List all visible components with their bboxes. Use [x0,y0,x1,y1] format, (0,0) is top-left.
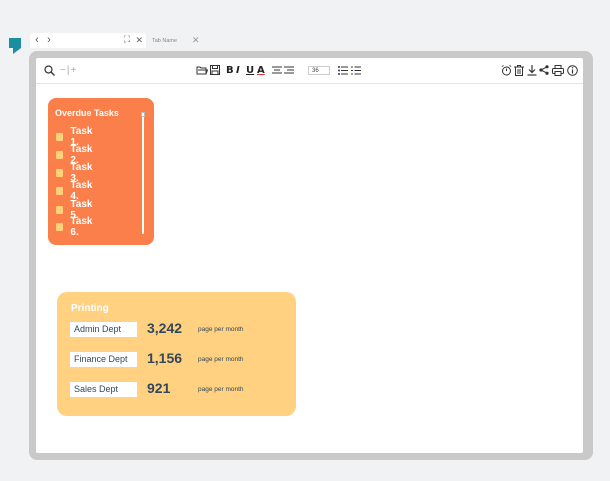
download-icon[interactable] [527,64,537,76]
scroll-up-arrow-icon[interactable] [141,112,145,117]
dept-value: 3,242 [147,320,183,336]
tab-inactive[interactable]: Tab Name [152,33,212,48]
overdue-tasks-title: Overdue Tasks [55,108,119,118]
dept-unit: page per month [198,356,244,363]
forward-arrow-icon[interactable]: › [44,33,54,48]
search-icon[interactable] [44,64,55,76]
dept-label: Sales Dept [70,382,137,397]
printing-row: Sales Dept 921 page per month [70,380,290,398]
align-right-icon[interactable] [284,64,294,76]
task-item[interactable]: Task 4. [56,180,95,202]
toolbar: −|+ B I U A 36 [36,58,583,84]
font-size-select[interactable]: 36 [308,66,330,75]
task-item[interactable]: Task 6. [56,216,95,238]
task-checkbox[interactable] [56,151,64,159]
bold-button[interactable]: B [226,64,234,76]
task-checkbox[interactable] [56,187,64,195]
task-item[interactable]: Task 5. [56,199,95,221]
task-checkbox[interactable] [56,133,64,141]
dept-value: 921 [147,380,171,396]
print-icon[interactable] [552,64,564,76]
task-checkbox[interactable] [56,169,64,177]
tab-active[interactable]: ‹ › ⛶ ✕ [30,33,146,48]
task-scrollbar[interactable] [142,116,144,234]
task-checkbox[interactable] [56,223,64,231]
save-icon[interactable] [210,64,220,76]
zoom-control[interactable]: −|+ [60,64,77,76]
dept-value: 1,156 [147,350,183,366]
tab-bar: ‹ › ⛶ ✕ Tab Name ✕ [30,33,605,50]
dept-unit: page per month [198,386,244,393]
close-tab-icon[interactable]: ✕ [135,33,143,48]
printing-card: Printing Admin Dept 3,242 page per month… [57,292,296,416]
task-item[interactable]: Task 1. [56,126,95,148]
open-folder-icon[interactable] [196,64,208,76]
text-color-button[interactable]: A [257,64,265,76]
close-inactive-tab-icon[interactable]: ✕ [192,33,200,48]
info-icon[interactable] [567,64,578,76]
printing-row: Admin Dept 3,242 page per month [70,320,290,338]
task-checkbox[interactable] [56,206,64,214]
trash-icon[interactable] [514,64,524,76]
dept-unit: page per month [198,326,244,333]
task-item[interactable]: Task 3. [56,162,95,184]
task-label: Task 6. [70,216,93,238]
dept-label: Admin Dept [70,322,137,337]
printing-title: Printing [71,303,109,314]
align-center-icon[interactable] [272,64,282,76]
app-logo-icon [9,38,21,54]
bullet-list-icon[interactable] [338,64,348,76]
share-icon[interactable] [539,64,549,76]
back-arrow-icon[interactable]: ‹ [32,33,42,48]
dept-label: Finance Dept [70,352,137,367]
italic-button[interactable]: I [236,64,240,76]
tab-inactive-label: Tab Name [152,37,178,44]
printing-row: Finance Dept 1,156 page per month [70,350,290,368]
overdue-tasks-card: Overdue Tasks Task 1. Task 2. Task 3. Ta… [48,98,154,245]
underline-button[interactable]: U [246,64,254,76]
alarm-icon[interactable] [501,64,512,76]
numbered-list-icon[interactable] [351,64,361,76]
expand-icon[interactable]: ⛶ [124,34,130,45]
task-item[interactable]: Task 2. [56,144,95,166]
